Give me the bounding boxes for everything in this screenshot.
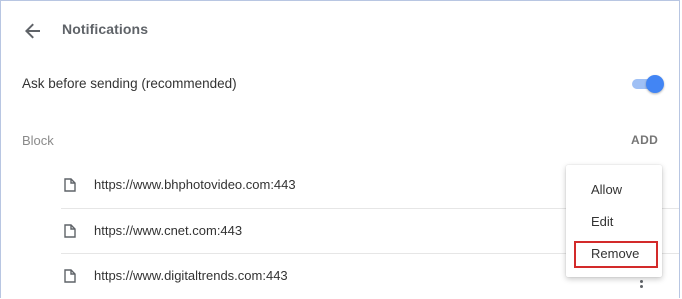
menu-item-label: Allow (591, 182, 623, 197)
block-section-header: Block ADD (1, 125, 679, 155)
file-icon (64, 178, 76, 192)
site-url[interactable]: https://www.cnet.com:443 (94, 223, 242, 238)
page-header: Notifications (1, 1, 679, 59)
site-url[interactable]: https://www.bhphotovideo.com:443 (94, 177, 296, 192)
arrow-back-icon (25, 23, 40, 39)
block-section-label: Block (22, 133, 54, 148)
file-icon (64, 269, 76, 283)
add-button[interactable]: ADD (631, 133, 658, 147)
menu-item-allow[interactable]: Allow (566, 174, 662, 204)
more-vert-icon-dot (640, 285, 643, 288)
site-context-menu: Allow Edit Remove (566, 165, 662, 277)
ask-before-sending-row: Ask before sending (recommended) (1, 63, 679, 105)
notifications-settings-page: Notifications Ask before sending (recomm… (0, 0, 680, 298)
site-url[interactable]: https://www.digitaltrends.com:443 (94, 268, 288, 283)
menu-item-label: Edit (591, 214, 614, 229)
remove-highlight-box (574, 241, 658, 268)
toggle-knob (646, 75, 664, 93)
back-button[interactable] (19, 17, 47, 45)
ask-before-sending-toggle[interactable] (630, 75, 664, 93)
page-title: Notifications (62, 21, 149, 37)
more-vert-icon (640, 280, 643, 283)
file-icon (64, 224, 76, 238)
ask-before-sending-label: Ask before sending (recommended) (22, 76, 237, 91)
menu-item-edit[interactable]: Edit (566, 206, 662, 236)
